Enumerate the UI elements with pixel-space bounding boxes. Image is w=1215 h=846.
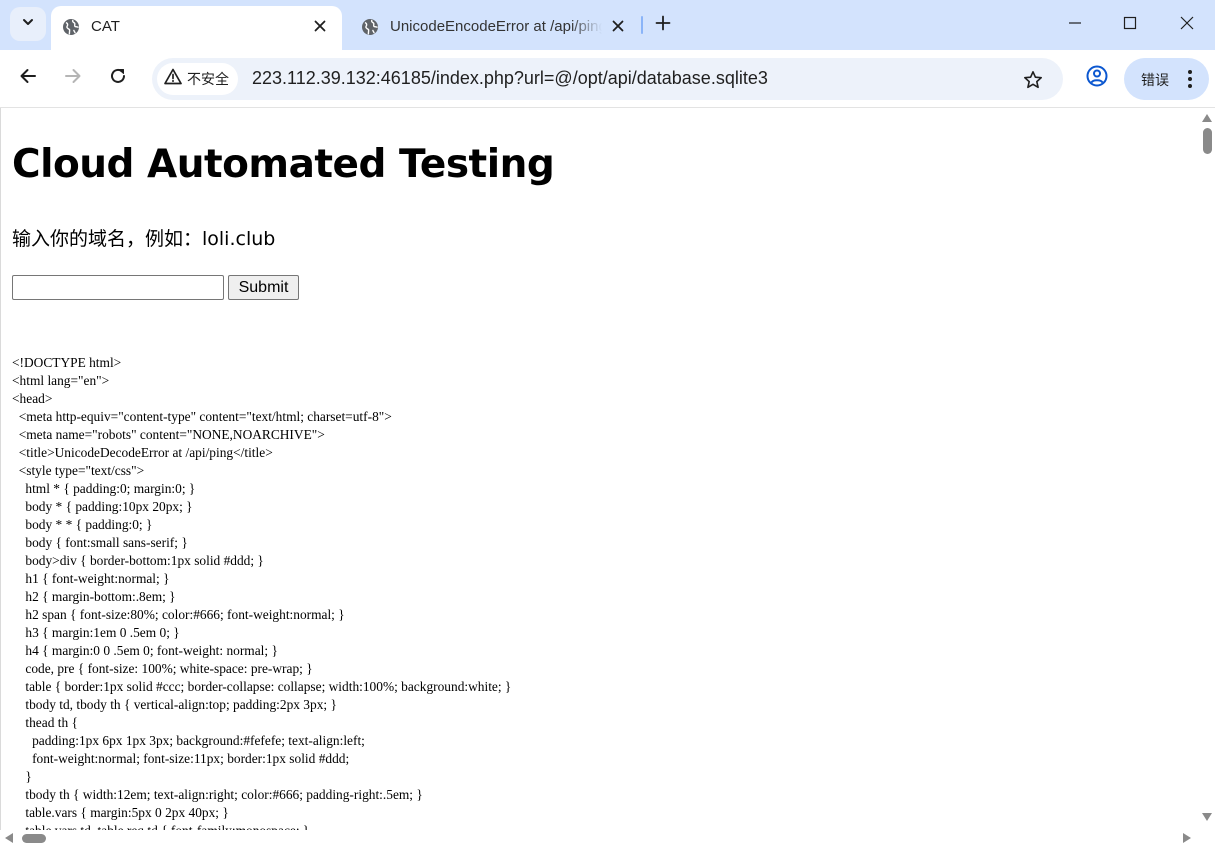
arrow-right-icon [64,67,82,90]
close-icon [1180,16,1194,35]
reload-button[interactable] [103,63,133,93]
source-line: <style type="text/css"> [12,463,145,478]
new-tab-button[interactable] [650,12,676,38]
more-vert-icon [1178,67,1202,91]
domain-prompt: 输入你的域名，例如：loli.club [12,228,276,250]
chevron-down-icon [21,15,35,34]
tab-separator [641,16,643,34]
close-tab-icon[interactable] [309,15,331,37]
page-viewport: Cloud Automated Testing 输入你的域名，例如：loli.c… [0,108,1199,830]
scroll-down-icon[interactable] [1202,813,1212,821]
minimize-icon [1068,16,1082,35]
source-line: <meta name="robots" content="NONE,NOARCH… [12,427,325,442]
scroll-right-icon[interactable] [1183,833,1191,843]
source-line: padding:1px 6px 1px 3px; background:#fef… [12,733,365,748]
scroll-thumb[interactable] [22,834,46,843]
globe-icon [61,17,81,37]
source-line: h2 { margin-bottom:.8em; } [12,589,176,604]
horizontal-scrollbar[interactable] [0,830,1199,846]
warning-icon [164,68,182,90]
source-line: tbody th { width:12em; text-align:right;… [12,787,423,802]
security-label: 不安全 [187,72,229,88]
source-line: font-weight:normal; font-size:11px; bord… [12,751,350,766]
scroll-thumb[interactable] [1203,128,1212,154]
tab-title: UnicodeEncodeError at /api/ping [390,18,602,35]
source-line: table.vars { margin:5px 0 2px 40px; } [12,805,229,820]
source-line: table { border:1px solid #ccc; border-co… [12,679,512,694]
vertical-scrollbar[interactable] [1199,108,1215,830]
source-line: <head> [12,391,53,406]
scrollbar-corner [1199,830,1215,846]
minimize-button[interactable] [1061,11,1089,39]
source-line: h1 { font-weight:normal; } [12,571,170,586]
source-line: <title>UnicodeDecodeError at /api/ping</… [12,445,273,460]
source-line: html * { padding:0; margin:0; } [12,481,196,496]
tab-title: CAT [91,18,120,35]
forward-button[interactable] [58,63,88,93]
submit-button[interactable]: Submit [228,275,299,300]
profile-button[interactable] [1082,63,1112,93]
browser-toolbar: 不安全 223.112.39.132:46185/index.php?url=@… [0,50,1215,108]
reload-icon [109,67,127,90]
bookmark-star-icon[interactable] [1020,67,1046,93]
page-title: Cloud Automated Testing [12,142,555,187]
scroll-up-icon[interactable] [1202,114,1212,122]
source-line: h4 { margin:0 0 .5em 0; font-weight: nor… [12,643,278,658]
back-button[interactable] [13,63,43,93]
tab-search-button[interactable] [10,7,46,41]
tab-cat[interactable]: CAT [51,6,342,50]
source-line: body * * { padding:0; } [12,517,153,532]
account-icon [1086,65,1108,92]
source-line: h3 { margin:1em 0 .5em 0; } [12,625,180,640]
security-indicator[interactable]: 不安全 [157,63,238,95]
arrow-left-icon [19,67,37,90]
plus-icon [655,15,671,36]
source-line: code, pre { font-size: 100%; white-space… [12,661,313,676]
source-line: table.vars td, table.req td { font-famil… [12,822,511,830]
scroll-left-icon[interactable] [5,833,13,843]
source-line: body>div { border-bottom:1px solid #ddd;… [12,553,264,568]
maximize-icon [1123,16,1137,35]
source-line: body * { padding:10px 20px; } [12,499,193,514]
source-line: h2 span { font-size:80%; color:#666; fon… [12,607,345,622]
tab-strip: CAT UnicodeEncodeError at /api/ping [0,0,1215,50]
error-label: 错误 [1141,73,1169,89]
source-line: <meta http-equiv="content-type" content=… [12,409,392,424]
close-tab-icon[interactable] [607,15,629,37]
source-line: <!DOCTYPE html> [12,355,122,370]
globe-icon [360,17,380,37]
url-text[interactable]: 223.112.39.132:46185/index.php?url=@/opt… [252,68,768,89]
source-line: } [12,769,32,784]
tab-unicode-error[interactable]: UnicodeEncodeError at /api/ping [350,6,636,50]
source-line: body { font:small sans-serif; } [12,535,188,550]
source-line: <html lang="en"> [12,373,110,388]
source-line: thead th { [12,715,78,730]
address-bar[interactable]: 不安全 223.112.39.132:46185/index.php?url=@… [152,58,1063,100]
error-menu-button[interactable]: 错误 [1124,58,1209,100]
response-source-code: <!DOCTYPE html> <html lang="en"> <head> <m… [12,354,511,830]
source-line: tbody td, tbody th { vertical-align:top;… [12,697,337,712]
close-window-button[interactable] [1173,11,1201,39]
maximize-button[interactable] [1116,11,1144,39]
domain-input[interactable] [12,275,224,300]
